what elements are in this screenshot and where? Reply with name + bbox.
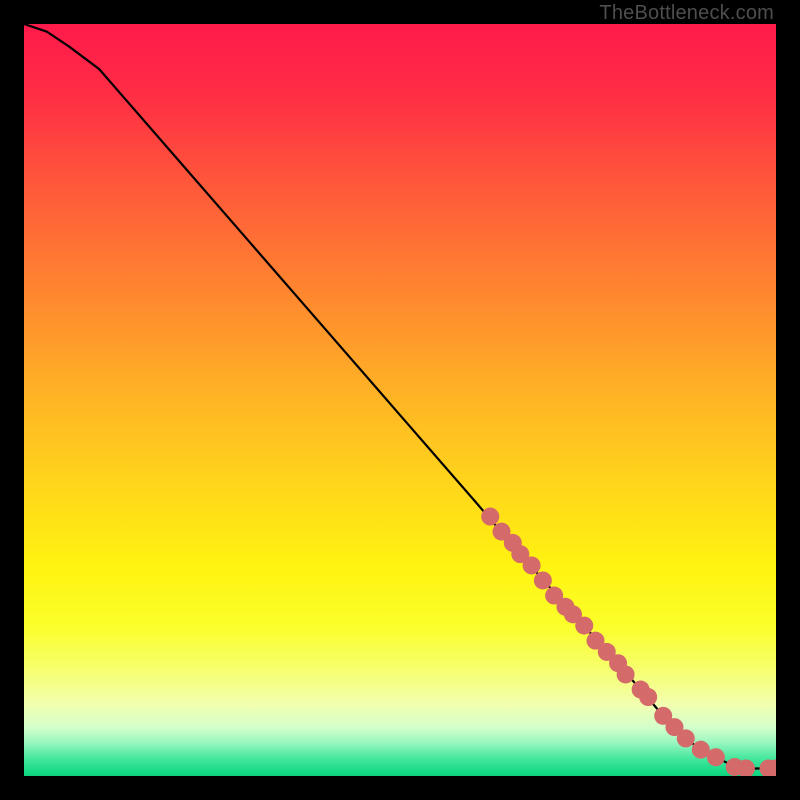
data-point bbox=[677, 729, 695, 747]
chart-frame: TheBottleneck.com bbox=[0, 0, 800, 800]
data-point bbox=[617, 665, 635, 683]
watermark-text: TheBottleneck.com bbox=[599, 2, 774, 25]
chart-svg bbox=[24, 24, 776, 776]
data-point bbox=[523, 556, 541, 574]
data-point bbox=[534, 571, 552, 589]
plot-area bbox=[24, 24, 776, 776]
gradient-background bbox=[24, 24, 776, 776]
data-point bbox=[481, 508, 499, 526]
data-point bbox=[707, 748, 725, 766]
data-point bbox=[575, 617, 593, 635]
data-point bbox=[639, 688, 657, 706]
